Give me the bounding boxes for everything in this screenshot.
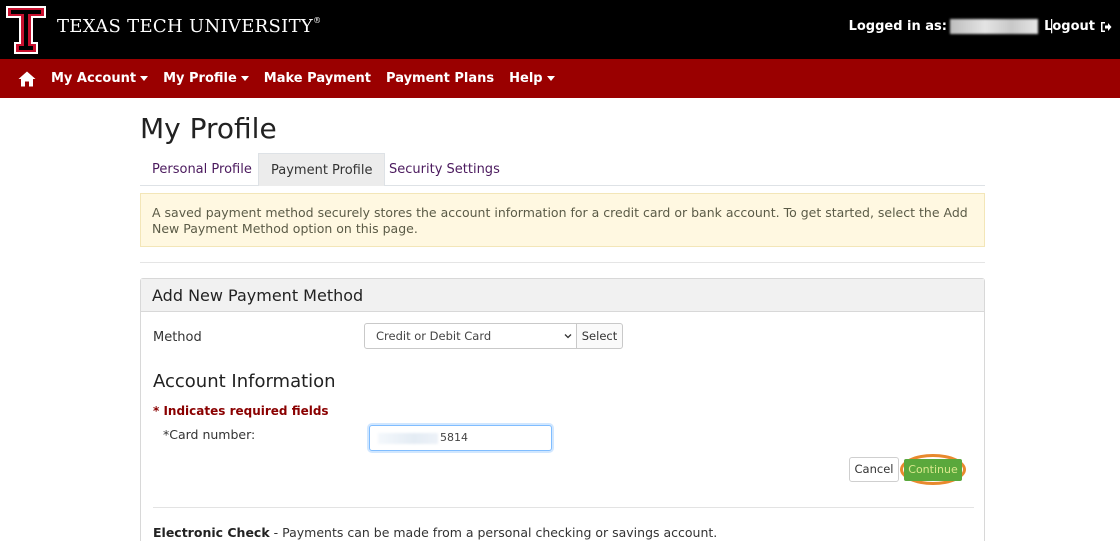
add-payment-method-card: Add New Payment Method Method Credit or … <box>140 278 985 541</box>
card-number-label: *Card number: <box>163 427 256 442</box>
cancel-button[interactable]: Cancel <box>849 457 899 482</box>
redacted-username <box>950 19 1038 34</box>
redacted-card-digits <box>378 432 438 444</box>
chevron-down-icon <box>564 334 572 339</box>
method-select[interactable]: Credit or Debit Card <box>364 323 577 349</box>
logout-link[interactable]: Logout <box>1044 19 1112 34</box>
nav-payment-plans[interactable]: Payment Plans <box>386 71 494 86</box>
page-title: My Profile <box>140 112 277 145</box>
university-name[interactable]: Texas Tech University® <box>57 16 321 37</box>
logged-in-label: Logged in as: <box>848 19 947 34</box>
electronic-check-title: Electronic Check <box>153 525 270 540</box>
method-label: Method <box>153 330 202 345</box>
profile-tabs: Personal Profile Payment Profile Securit… <box>140 153 985 186</box>
caret-down-icon <box>240 76 249 81</box>
info-alert: A saved payment method securely stores t… <box>140 193 985 247</box>
caret-down-icon <box>140 76 149 81</box>
tab-security-settings[interactable]: Security Settings <box>377 153 512 186</box>
tab-personal-profile[interactable]: Personal Profile <box>140 153 264 186</box>
account-information-heading: Account Information <box>153 371 336 392</box>
tab-payment-profile[interactable]: Payment Profile <box>258 153 386 186</box>
section-divider <box>140 262 985 263</box>
electronic-check-text: - Payments can be made from a personal c… <box>269 525 718 540</box>
card-number-value: 5814 <box>440 431 468 444</box>
logout-label: Logout <box>1044 19 1095 34</box>
card-number-input[interactable]: 5814 <box>369 425 552 451</box>
caret-down-icon <box>546 76 555 81</box>
trademark: ® <box>313 16 322 25</box>
continue-highlight: Continue <box>900 454 966 485</box>
method-selected-value: Credit or Debit Card <box>376 329 492 343</box>
required-fields-note: * Indicates required fields <box>153 404 329 418</box>
nav-my-profile[interactable]: My Profile <box>163 71 249 86</box>
nav-help[interactable]: Help <box>509 71 555 86</box>
nav-make-payment[interactable]: Make Payment <box>264 71 371 86</box>
sign-out-icon <box>1101 21 1112 32</box>
continue-button[interactable]: Continue <box>904 458 962 481</box>
card-header: Add New Payment Method <box>141 279 984 312</box>
top-header: Texas Tech University® Logged in as: | L… <box>0 0 1120 59</box>
nav-my-account[interactable]: My Account <box>51 71 149 86</box>
logged-in-info: Logged in as: <box>849 19 1038 34</box>
electronic-check-info: Electronic Check - Payments can be made … <box>153 525 717 540</box>
home-icon[interactable] <box>18 71 36 87</box>
card-divider <box>153 507 974 508</box>
double-t-logo[interactable] <box>5 5 47 55</box>
main-nav: My Account My Profile Make Payment Payme… <box>0 59 1120 98</box>
select-button[interactable]: Select <box>576 323 623 349</box>
